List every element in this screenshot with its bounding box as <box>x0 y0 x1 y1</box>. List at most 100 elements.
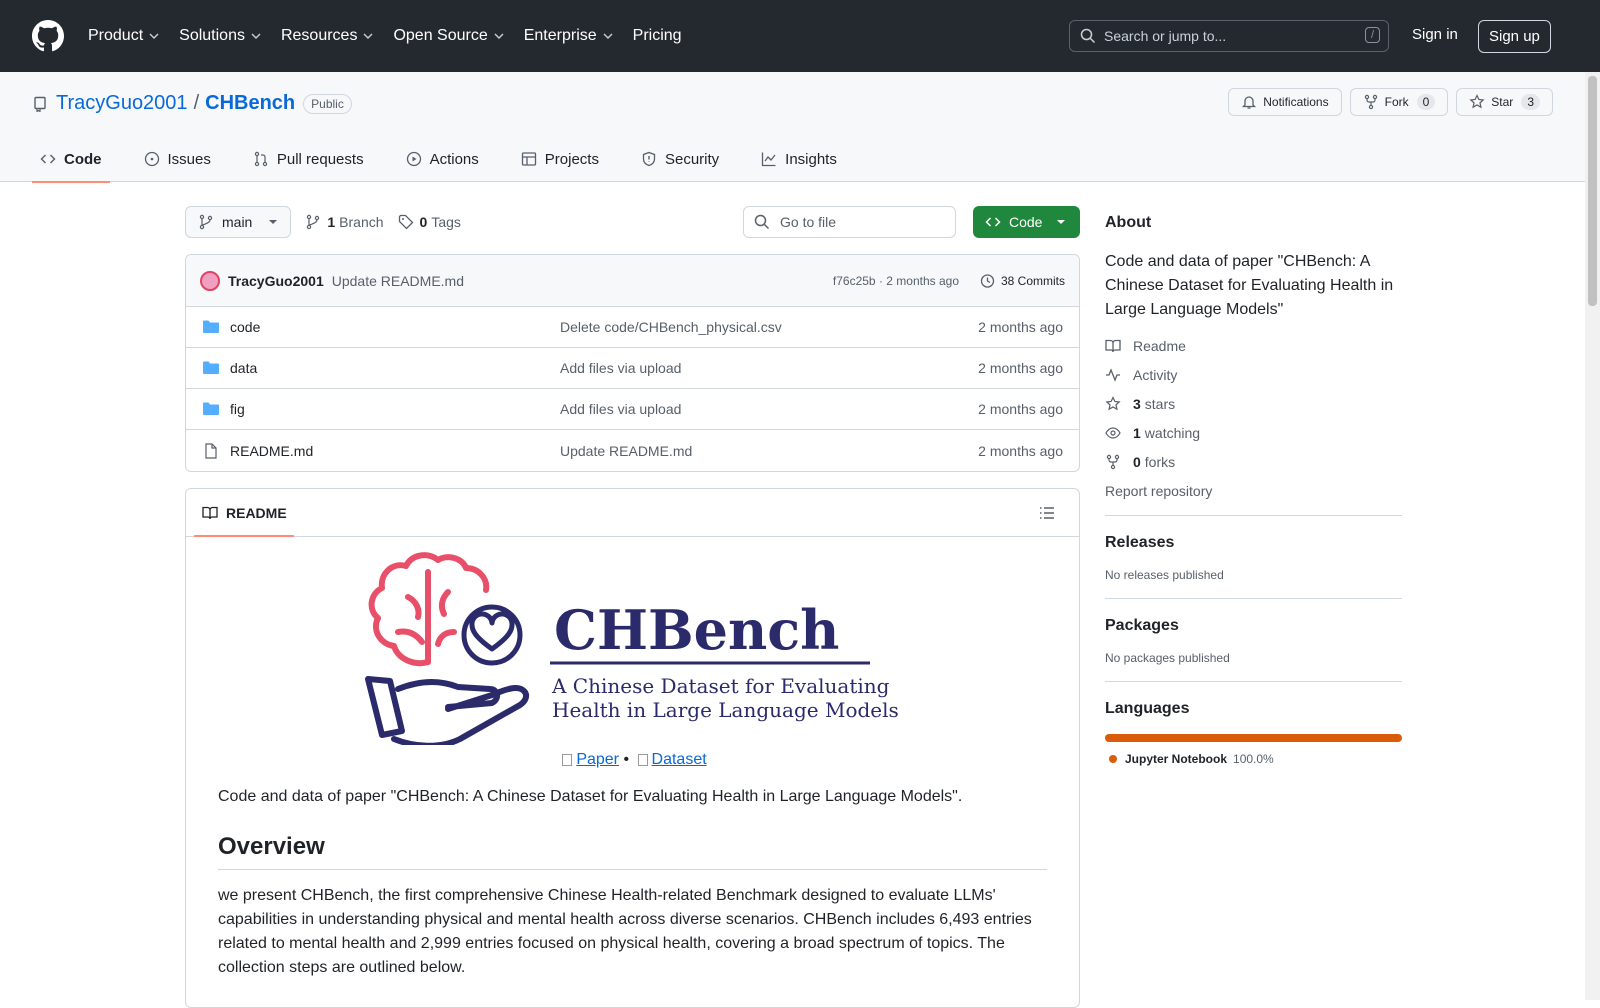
tab-security[interactable]: Security <box>633 136 727 182</box>
logo-title: CHBench <box>554 598 839 662</box>
commit-message-link[interactable]: Update README.md <box>332 273 464 289</box>
missing-glyph-icon <box>562 753 573 766</box>
tab-issues[interactable]: Issues <box>136 136 219 182</box>
repo-owner-link[interactable]: TracyGuo2001 <box>56 92 188 115</box>
notifications-button[interactable]: Notifications <box>1228 88 1342 116</box>
list-icon[interactable] <box>1039 505 1055 521</box>
nav-label: Open Source <box>393 27 488 44</box>
branch-count: 1 <box>327 214 336 230</box>
go-to-file-input[interactable]: Go to file <box>743 206 956 238</box>
language-percent: 100.0% <box>1233 752 1274 766</box>
table-row[interactable]: data Add files via upload 2 months ago <box>186 348 1079 389</box>
readme-tab-label[interactable]: README <box>226 505 287 521</box>
tab-projects[interactable]: Projects <box>513 136 607 182</box>
releases-title[interactable]: Releases <box>1105 534 1402 552</box>
repo-title: TracyGuo2001 / CHBench Public <box>32 92 352 115</box>
search-placeholder: Search or jump to... <box>1104 28 1227 44</box>
activity-link[interactable]: Activity <box>1105 367 1402 383</box>
main-column: main 1 Branch 0 Tags Go to file Code Tracy… <box>185 206 1080 1008</box>
branches-link[interactable]: 1 Branch <box>305 214 384 230</box>
file-time: 2 months ago <box>978 401 1063 417</box>
search-icon <box>1080 28 1096 44</box>
nav-product[interactable]: Product <box>88 27 159 45</box>
tab-label: Security <box>664 150 720 168</box>
watching-count: 1 <box>1133 425 1141 441</box>
nav-solutions[interactable]: Solutions <box>179 27 261 45</box>
fork-count: 0 <box>1416 94 1436 110</box>
watching-link[interactable]: 1 watching <box>1105 425 1402 441</box>
readme-heading-overview: Overview <box>218 833 1047 870</box>
tab-code[interactable]: Code <box>32 136 110 183</box>
about-sidebar: About Code and data of paper "CHBench: A… <box>1105 206 1402 766</box>
language-item[interactable]: Jupyter Notebook 100.0% <box>1105 752 1402 766</box>
chevron-down-icon <box>603 33 613 39</box>
scrollbar-thumb[interactable] <box>1588 76 1597 306</box>
file-name-link[interactable]: data <box>230 360 560 376</box>
avatar[interactable] <box>200 270 220 291</box>
repo-name-link[interactable]: CHBench <box>205 92 295 115</box>
book-icon <box>202 506 218 519</box>
folder-icon <box>203 320 219 333</box>
about-description: Code and data of paper "CHBench: A Chine… <box>1105 253 1394 318</box>
caret-down-icon <box>269 220 278 224</box>
tab-insights[interactable]: Insights <box>753 136 845 182</box>
tab-label: Insights <box>785 150 837 168</box>
nav-open-source[interactable]: Open Source <box>393 27 504 45</box>
page-scrollbar[interactable] <box>1585 72 1600 1000</box>
forks-link[interactable]: 0 forks <box>1105 454 1402 470</box>
about-title: About <box>1105 214 1152 231</box>
visibility-badge: Public <box>303 93 352 114</box>
forks-count: 0 <box>1133 454 1141 470</box>
file-name-link[interactable]: README.md <box>230 443 560 459</box>
packages-title[interactable]: Packages <box>1105 617 1402 635</box>
file-commit-link[interactable]: Update README.md <box>560 443 692 459</box>
table-row[interactable]: README.md Update README.md 2 months ago <box>186 430 1079 471</box>
readme-link[interactable]: Readme <box>1105 338 1402 354</box>
fork-button[interactable]: Fork 0 <box>1349 88 1449 116</box>
file-name-link[interactable]: code <box>230 319 560 335</box>
stars-label: stars <box>1144 396 1176 412</box>
code-dropdown-button[interactable]: Code <box>973 206 1080 238</box>
file-commit-link[interactable]: Add files via upload <box>560 360 681 376</box>
table-row[interactable]: code Delete code/CHBench_physical.csv 2 … <box>186 307 1079 348</box>
shield-icon <box>642 151 656 167</box>
global-search-input[interactable]: Search or jump to... / <box>1069 20 1389 52</box>
file-toolbar: main 1 Branch 0 Tags Go to file Code <box>185 206 1080 238</box>
chevron-down-icon <box>149 33 159 39</box>
tab-pull-requests[interactable]: Pull requests <box>245 136 372 182</box>
readme-header: README <box>186 489 1079 537</box>
file-time: 2 months ago <box>978 360 1063 376</box>
nav-resources[interactable]: Resources <box>281 27 373 45</box>
table-row[interactable]: fig Add files via upload 2 months ago <box>186 389 1079 430</box>
dataset-link[interactable]: Dataset <box>652 751 707 768</box>
stars-link[interactable]: 3 stars <box>1105 396 1402 412</box>
file-commit-link[interactable]: Add files via upload <box>560 401 681 417</box>
nav-enterprise[interactable]: Enterprise <box>524 27 613 45</box>
code-icon <box>40 154 56 164</box>
releases-empty-text: No releases published <box>1105 568 1224 582</box>
tab-actions[interactable]: Actions <box>398 136 487 182</box>
readme-overview-text: we present CHBench, the first comprehens… <box>218 887 1032 976</box>
pulse-icon <box>1106 368 1120 382</box>
star-label: Star <box>1491 95 1514 109</box>
report-repository-link[interactable]: Report repository <box>1105 483 1402 499</box>
branch-select[interactable]: main <box>185 206 292 238</box>
sign-up-button[interactable]: Sign up <box>1478 20 1551 53</box>
folder-icon <box>203 361 219 374</box>
repo-actions: Notifications Fork 0 Star 3 <box>1220 88 1553 116</box>
nav-label: Enterprise <box>523 27 597 44</box>
paper-link[interactable]: Paper <box>576 751 619 768</box>
star-button[interactable]: Star 3 <box>1456 88 1553 116</box>
tags-link[interactable]: 0 Tags <box>398 214 461 230</box>
commit-author-link[interactable]: TracyGuo2001 <box>228 273 324 289</box>
sign-in-link[interactable]: Sign in <box>1412 26 1458 43</box>
file-commit-link[interactable]: Delete code/CHBench_physical.csv <box>560 319 782 335</box>
commits-link[interactable]: 38 Commits <box>979 273 1065 289</box>
nav-pricing[interactable]: Pricing <box>633 27 682 45</box>
github-logo-icon[interactable] <box>32 20 64 52</box>
file-table: TracyGuo2001 Update README.md f76c25b · … <box>185 254 1080 472</box>
folder-icon <box>203 402 219 415</box>
file-name-link[interactable]: fig <box>230 401 560 417</box>
commit-meta[interactable]: f76c25b · 2 months ago <box>833 274 959 288</box>
watching-label: watching <box>1144 425 1201 441</box>
